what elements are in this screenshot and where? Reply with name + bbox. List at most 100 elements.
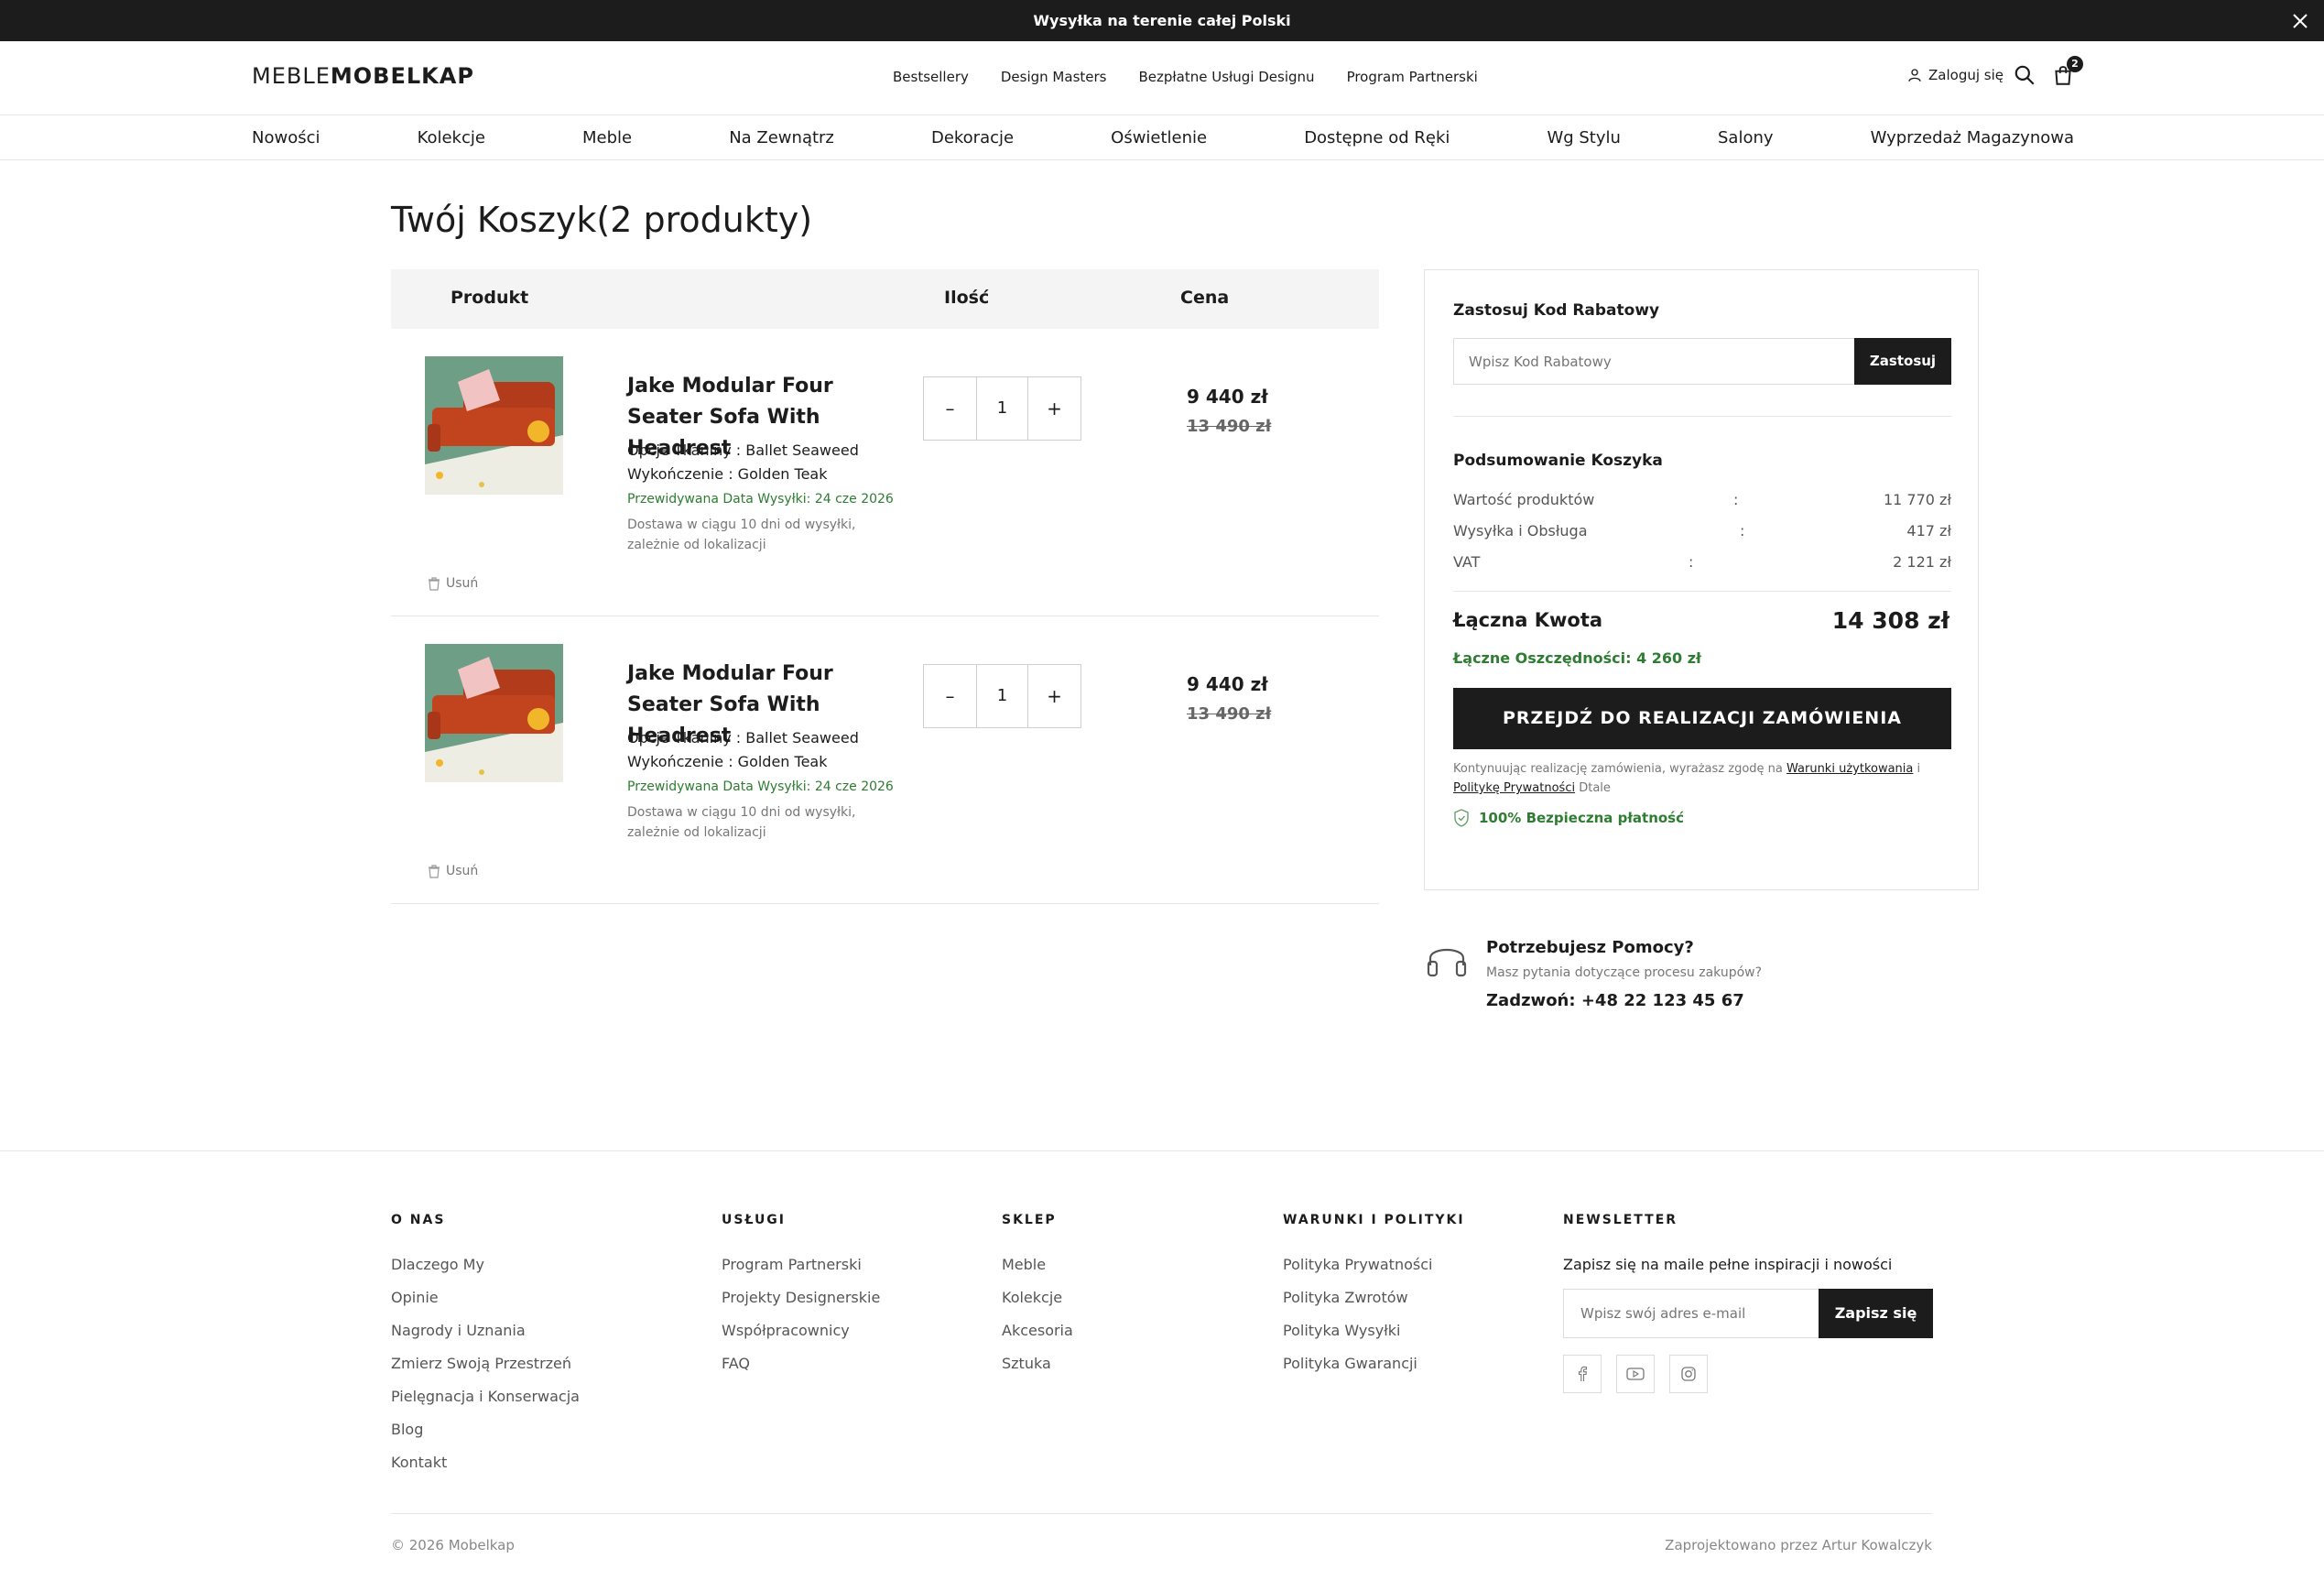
product-finish: Wykończenie : Golden Teak [627,753,828,770]
footer-link[interactable]: Polityka Zwrotów [1283,1281,1465,1314]
footer-link[interactable]: Projekty Designerskie [722,1281,880,1314]
main-navigation: Nowości Kolekcje Meble Na Zewnątrz Dekor… [0,114,2324,160]
login-label: Zaloguj się [1928,67,2004,83]
nav-kolekcje[interactable]: Kolekcje [418,128,485,147]
summary-value: 11 770 zł [1883,491,1951,508]
qty-value[interactable]: 1 [976,377,1028,440]
ship-date: Przewidywana Data Wysyłki: 24 cze 2026 [627,779,894,794]
order-summary: Zastosuj Kod Rabatowy Zastosuj Podsumowa… [1424,269,1979,890]
footer-col-title: SKLEP [1002,1213,1057,1227]
close-icon[interactable] [2289,10,2311,32]
header-actions: Zaloguj się 2 [1906,56,2083,87]
footer-link[interactable]: Polityka Wysyłki [1283,1314,1465,1347]
footer-col-policies: WARUNKI I POLITYKI Polityka Prywatności … [1283,1210,1465,1380]
headset-icon [1427,948,1467,977]
designed-by[interactable]: Zaprojektowano przez Artur Kowalczyk [1665,1537,1932,1553]
footer-link[interactable]: Program Partnerski [722,1248,880,1281]
nav-oswietlenie[interactable]: Oświetlenie [1111,128,1207,147]
newsletter-text: Zapisz się na maile pełne inspiracji i n… [1563,1256,1893,1273]
cart-table: Produkt Ilość Cena Jake Modular Four Sea… [391,269,1379,904]
summary-value: 2 121 zł [1893,553,1951,571]
footer-link[interactable]: Kontakt [391,1446,580,1479]
nav-nowosci[interactable]: Nowości [252,128,320,147]
topnav-partner-program[interactable]: Program Partnerski [1347,66,1478,88]
youtube-link[interactable] [1616,1355,1655,1393]
footer-link[interactable]: Zmierz Swoją Przestrzeń [391,1347,580,1380]
footer-link[interactable]: Akcesoria [1002,1314,1073,1347]
footer-link[interactable]: Blog [391,1413,580,1446]
nav-wg-stylu[interactable]: Wg Stylu [1547,128,1621,147]
summary-title: Podsumowanie Koszyka [1453,452,1663,470]
instagram-link[interactable] [1669,1355,1708,1393]
footer-link[interactable]: Polityka Gwarancji [1283,1347,1465,1380]
footer-link[interactable]: Dlaczego My [391,1248,580,1281]
topnav-design-masters[interactable]: Design Masters [1001,66,1107,88]
item-price: 9 440 zł [1187,386,1268,408]
header-qty: Ilość [944,288,990,308]
logo-light: MEBLE [252,63,331,89]
nav-dekoracje[interactable]: Dekoracje [931,128,1014,147]
qty-decrease-button[interactable]: – [924,665,976,727]
footer-link[interactable]: Opinie [391,1281,580,1314]
footer-link[interactable]: Pielęgnacja i Konserwacja [391,1380,580,1413]
cart-item: Jake Modular Four Seater Sofa With Headr… [391,616,1379,904]
qty-decrease-button[interactable]: – [924,377,976,440]
qty-increase-button[interactable]: + [1028,665,1081,727]
total-value: 14 308 zł [1831,607,1949,634]
nav-salony[interactable]: Salony [1718,128,1774,147]
footer-col-title: O NAS [391,1213,446,1227]
item-old-price: 13 490 zł [1187,417,1272,436]
footer-link[interactable]: Kolekcje [1002,1281,1073,1314]
summary-value: 417 zł [1906,522,1951,539]
logo-bold: MOBELKAP [330,63,474,89]
nav-dostepne-od-reki[interactable]: Dostępne od Ręki [1304,128,1450,147]
product-image[interactable] [425,644,563,782]
footer-col-services: USŁUGI Program Partnerski Projekty Desig… [722,1210,880,1380]
shield-check-icon [1454,809,1469,827]
help-phone[interactable]: Zadzwoń: +48 22 123 45 67 [1486,991,1744,1010]
delivery-note: Dostawa w ciągu 10 dni od wysyłki, zależ… [627,805,856,840]
product-fabric: Opcje Tkaniny : Ballet Seaweed [627,441,859,459]
remove-item-button[interactable]: Usuń [428,576,478,591]
qty-increase-button[interactable]: + [1028,377,1081,440]
coupon-input[interactable] [1454,339,1857,384]
product-image[interactable] [425,356,563,495]
nav-wyprzedaz[interactable]: Wyprzedaż Magazynowa [1871,128,2074,147]
summary-label: Wartość produktów [1453,491,1595,508]
footer-link[interactable]: Polityka Prywatności [1283,1248,1465,1281]
footer-link[interactable]: FAQ [722,1347,880,1380]
youtube-icon [1626,1368,1645,1380]
user-icon [1908,69,1921,82]
remove-item-button[interactable]: Usuń [428,864,478,878]
footer-link[interactable]: Nagrody i Uznania [391,1314,580,1347]
footer-col-shop: SKLEP Meble Kolekcje Akcesoria Sztuka [1002,1210,1073,1380]
terms-link[interactable]: Warunki użytkowania [1786,762,1913,776]
privacy-link[interactable]: Politykę Prywatności [1453,781,1575,795]
trash-icon [429,576,440,591]
apply-coupon-button[interactable]: Zastosuj [1854,338,1951,385]
footer-link[interactable]: Współpracownicy [722,1314,880,1347]
topnav-bestsellery[interactable]: Bestsellery [893,66,969,88]
footer-link[interactable]: Sztuka [1002,1347,1073,1380]
qty-value[interactable]: 1 [976,665,1028,727]
announcement-bar: Wysyłka na terenie całej Polski [0,0,2324,41]
cart-button[interactable]: 2 [2051,56,2083,87]
header-price: Cena [1180,288,1230,308]
facebook-link[interactable] [1563,1355,1602,1393]
delivery-note: Dostawa w ciągu 10 dni od wysyłki, zależ… [627,518,856,552]
product-fabric: Opcje Tkaniny : Ballet Seaweed [627,729,859,746]
logo[interactable]: MEBLEMOBELKAP [252,61,474,91]
ship-date: Przewidywana Data Wysyłki: 24 cze 2026 [627,492,894,507]
site-header: MEBLEMOBELKAP Bestsellery Design Masters… [0,41,2324,114]
footer-link[interactable]: Meble [1002,1248,1073,1281]
help-subtitle: Masz pytania dotyczące procesu zakupów? [1486,965,1763,980]
checkout-button[interactable]: PRZEJDŹ DO REALIZACJI ZAMÓWIENIA [1453,688,1951,749]
nav-na-zewnatrz[interactable]: Na Zewnątrz [729,128,834,147]
newsletter-email-input[interactable] [1564,1290,1820,1337]
search-icon[interactable] [2013,63,2036,87]
copyright: © 2026 Mobelkap [391,1537,515,1553]
login-link[interactable]: Zaloguj się [1906,67,2004,83]
topnav-design-services[interactable]: Bezpłatne Usługi Designu [1138,66,1314,88]
nav-meble[interactable]: Meble [582,128,632,147]
newsletter-subscribe-button[interactable]: Zapisz się [1819,1289,1933,1338]
